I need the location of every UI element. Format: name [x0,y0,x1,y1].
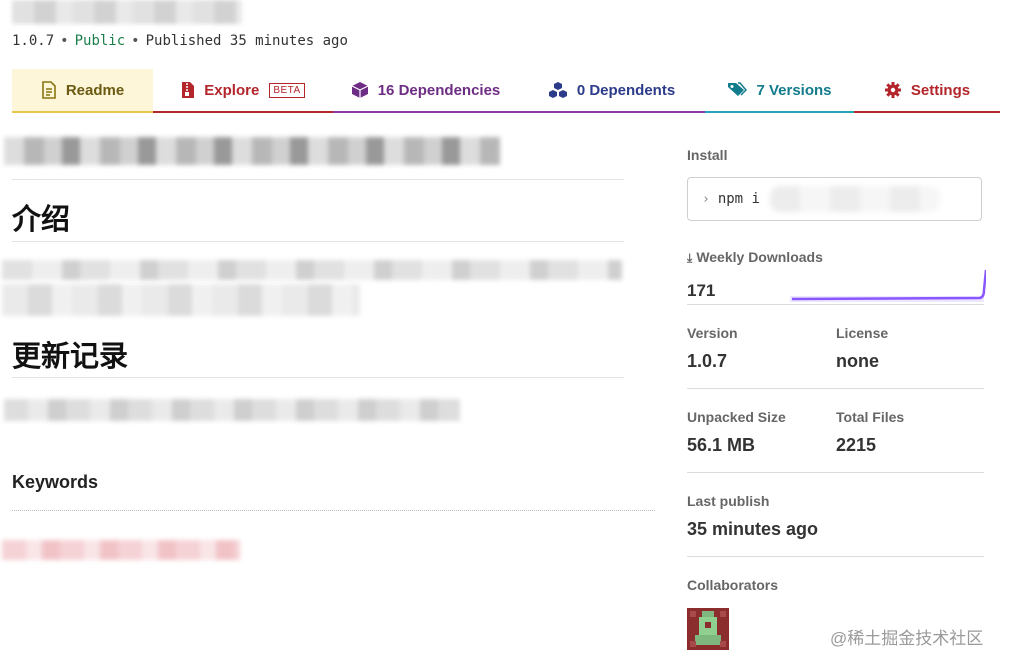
tab-dependencies[interactable]: 16 Dependencies [333,69,518,113]
intro-text-redacted [2,260,622,280]
box-icon [351,81,369,99]
install-label: Install [687,147,728,163]
sparkline-line [791,269,986,301]
package-name-redacted [12,0,242,24]
divider [687,556,984,557]
divider [12,510,655,511]
boxes-icon [548,81,568,99]
tab-label: Readme [65,81,125,99]
collaborators-label: Collaborators [687,577,779,593]
license-label: License [836,325,889,341]
tab-label: Explore [204,81,260,99]
changelog-text-redacted [4,399,460,421]
keywords-heading: Keywords [12,472,99,492]
tab-label: 7 Versions [756,81,832,99]
version-value: 1.0.7 [687,351,728,371]
last-publish-label: Last publish [687,493,770,509]
beta-badge: BETA [269,82,305,98]
downloads-sparkline [790,269,986,302]
tab-label: 16 Dependencies [377,81,501,99]
published-text: Published 35 minutes ago [145,33,348,49]
divider [687,472,984,473]
tab-label: Settings [910,81,971,99]
divider [687,304,984,305]
readme-title-redacted [4,137,500,165]
last-publish-value: 35 minutes ago [687,519,819,539]
keywords-redacted [2,540,240,560]
license-value: none [836,351,879,371]
weekly-downloads-label-text: Weekly Downloads [696,249,823,265]
intro-text-redacted [2,284,360,316]
divider [687,388,984,389]
version-label: Version [687,325,738,341]
tags-icon [727,82,748,98]
tab-label: 0 Dependents [576,81,676,99]
package-meta: 1.0.7 • Public • Published 35 minutes ago [12,33,348,49]
tab-dependents[interactable]: 0 Dependents [518,69,705,113]
chevron-right-icon: › [702,191,710,207]
tab-settings[interactable]: Settings [854,69,1000,113]
npm-package-page: 1.0.7 • Public • Published 35 minutes ago Re… [0,0,1009,664]
divider [12,179,624,180]
section-heading-intro: 介绍 [12,202,71,236]
unpacked-size-value: 56.1 MB [687,435,756,455]
tab-readme[interactable]: Readme [12,69,153,113]
install-command: npm i [717,191,760,207]
tab-versions[interactable]: 7 Versions [705,69,854,113]
package-tabs: Readme Explore BETA 16 Dependencies 0 De… [12,69,1000,113]
collaborator-avatar[interactable] [687,608,729,650]
gear-icon [884,81,902,99]
install-command-box[interactable]: › npm i [687,177,982,221]
version-text: 1.0.7 [12,33,55,49]
package-name-redacted [769,186,940,212]
download-icon: ⤓ [687,251,693,265]
section-heading-changelog: 更新记录 [12,339,129,373]
unpacked-size-label: Unpacked Size [687,409,786,425]
total-files-value: 2215 [836,435,877,455]
readme-icon [41,81,57,99]
weekly-downloads-value: 171 [687,281,716,300]
total-files-label: Total Files [836,409,905,425]
visibility-text: Public [74,33,126,49]
divider [12,377,624,378]
divider [12,241,624,242]
zip-file-icon [181,81,195,99]
watermark: @稀土掘金技术社区 [830,629,984,648]
weekly-downloads-label: ⤓ Weekly Downloads [687,249,823,266]
tab-explore[interactable]: Explore BETA [153,69,333,113]
